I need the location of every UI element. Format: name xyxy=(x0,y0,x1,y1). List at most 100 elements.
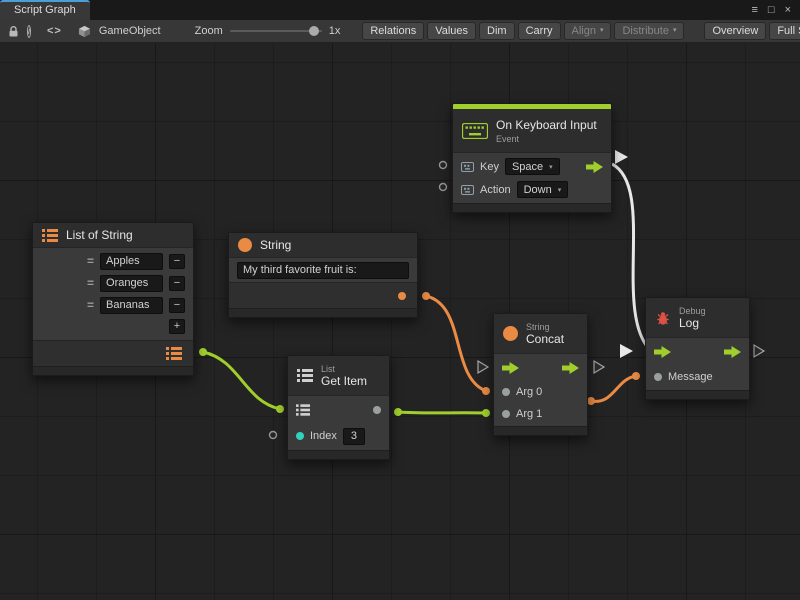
remove-item-button[interactable]: − xyxy=(169,254,185,269)
control-out-port[interactable] xyxy=(586,161,603,173)
fullscreen-button[interactable]: Full Scr xyxy=(769,22,800,40)
list-item-row: = Oranges − xyxy=(33,272,193,294)
code-view-icon[interactable]: <> xyxy=(47,25,62,37)
list-output-port[interactable] xyxy=(166,347,182,360)
arg0-row: Arg 0 xyxy=(494,381,587,403)
unconnected-control-out-stub[interactable] xyxy=(594,361,604,373)
node-title: Concat xyxy=(526,332,564,346)
align-dropdown[interactable]: Align ▾ xyxy=(564,22,612,40)
zoom-slider-handle[interactable] xyxy=(309,26,319,36)
unconnected-control-in-stub[interactable] xyxy=(478,361,488,373)
key-row: Key Space ▾ xyxy=(453,155,611,178)
control-in-port[interactable] xyxy=(502,362,519,374)
node-title: Log xyxy=(679,316,706,330)
node-header[interactable]: List Get Item xyxy=(288,356,389,396)
node-get-item[interactable]: List Get Item Index 3 xyxy=(287,355,390,460)
node-footer xyxy=(33,340,193,366)
overview-button[interactable]: Overview xyxy=(704,22,766,40)
arg0-input-port[interactable] xyxy=(502,388,510,396)
item-output-port[interactable] xyxy=(373,406,381,414)
drag-handle-icon[interactable]: = xyxy=(87,299,94,311)
control-out-port[interactable] xyxy=(724,346,741,358)
remove-item-button[interactable]: − xyxy=(169,276,185,291)
wire-endpoint xyxy=(482,387,490,395)
unconnected-port-index[interactable] xyxy=(270,432,277,439)
unconnected-port-key[interactable] xyxy=(440,162,447,169)
index-field[interactable]: 3 xyxy=(343,428,365,445)
bug-icon xyxy=(655,310,671,326)
unconnected-port-action[interactable] xyxy=(440,184,447,191)
action-port-label: Action xyxy=(480,184,511,196)
add-remove-row[interactable]: − xyxy=(169,298,185,313)
node-header[interactable]: String Concat xyxy=(494,314,587,354)
node-footer-strip xyxy=(288,450,389,459)
chevron-down-icon: ▾ xyxy=(600,23,604,39)
list-item-field[interactable]: Bananas xyxy=(100,297,163,314)
zoom-slider[interactable] xyxy=(230,30,322,32)
message-label: Message xyxy=(668,371,713,383)
action-value-dropdown[interactable]: Down ▾ xyxy=(517,181,569,198)
node-title: On Keyboard Input xyxy=(496,118,597,132)
lock-icon[interactable] xyxy=(8,25,19,38)
drag-handle-icon[interactable]: = xyxy=(87,255,94,267)
node-footer-strip xyxy=(646,390,749,399)
wire-endpoint xyxy=(199,348,207,356)
relations-button[interactable]: Relations xyxy=(362,22,424,40)
toolbar-button-group: Relations Values Dim Carry Align ▾ Distr… xyxy=(362,22,684,40)
node-header[interactable]: String xyxy=(229,233,417,258)
window-controls: ≡ □ × xyxy=(751,3,800,17)
node-header[interactable]: List of String xyxy=(33,223,193,248)
list-item-row: = Apples − xyxy=(33,250,193,272)
node-title: String xyxy=(260,238,291,252)
wire-endpoint xyxy=(276,405,284,413)
node-string-literal[interactable]: String My third favorite fruit is: xyxy=(228,232,418,318)
drag-handle-icon[interactable]: = xyxy=(87,277,94,289)
wire-concat-to-log-message[interactable] xyxy=(591,376,636,401)
distribute-dropdown[interactable]: Distribute ▾ xyxy=(614,22,684,40)
list-add-row: + xyxy=(33,316,193,336)
node-concat[interactable]: String Concat Arg 0 xyxy=(493,313,588,436)
gameobject-label[interactable]: GameObject xyxy=(99,25,161,37)
zoom-control: Zoom 1x xyxy=(195,25,341,37)
window-close-icon[interactable]: × xyxy=(785,3,791,17)
node-subtitle: Event xyxy=(496,134,597,144)
node-header[interactable]: On Keyboard Input Event xyxy=(453,109,611,153)
info-icon[interactable]: i xyxy=(27,25,31,38)
window-maximize-icon[interactable]: □ xyxy=(768,3,775,17)
keycode-type-icon xyxy=(461,162,474,172)
control-out-port[interactable] xyxy=(562,362,579,374)
key-value-dropdown[interactable]: Space ▾ xyxy=(505,158,560,175)
node-list-of-string[interactable]: List of String = Apples − = Oranges − = … xyxy=(32,222,194,376)
list-item-field[interactable]: Apples xyxy=(100,253,163,270)
node-on-keyboard-input[interactable]: On Keyboard Input Event Key Space ▾ xyxy=(452,103,612,213)
index-input-port[interactable] xyxy=(296,432,304,440)
unity-visual-scripting-window: Script Graph ≡ □ × i <> GameObject xyxy=(0,0,800,600)
node-footer-strip xyxy=(494,426,587,435)
list-item-field[interactable]: Oranges xyxy=(100,275,163,292)
wire-list-to-getitem[interactable] xyxy=(203,352,280,409)
carry-button[interactable]: Carry xyxy=(518,22,561,40)
list-input-port[interactable] xyxy=(296,404,310,416)
arg1-label: Arg 1 xyxy=(516,408,542,420)
pressstate-type-icon xyxy=(461,185,474,195)
node-footer xyxy=(229,282,417,308)
chevron-down-icon: ▾ xyxy=(558,186,562,194)
string-output-port[interactable] xyxy=(398,292,406,300)
tab-script-graph[interactable]: Script Graph xyxy=(0,0,90,20)
window-menu-icon[interactable]: ≡ xyxy=(751,3,757,17)
wire-arrow-icon xyxy=(615,150,628,164)
string-value-field[interactable]: My third favorite fruit is: xyxy=(237,262,409,279)
node-debug-log[interactable]: Debug Log Message xyxy=(645,297,750,400)
add-item-button[interactable]: + xyxy=(169,319,185,334)
node-header[interactable]: Debug Log xyxy=(646,298,749,338)
dim-button[interactable]: Dim xyxy=(479,22,515,40)
graph-canvas[interactable]: On Keyboard Input Event Key Space ▾ xyxy=(0,43,800,600)
arg1-input-port[interactable] xyxy=(502,410,510,418)
message-input-port[interactable] xyxy=(654,373,662,381)
control-in-port[interactable] xyxy=(654,346,671,358)
unconnected-control-out-stub[interactable] xyxy=(754,345,764,357)
wire-getitem-to-concat-arg1[interactable] xyxy=(398,412,486,413)
wire-string-to-concat-arg0[interactable] xyxy=(426,296,486,391)
action-row: Action Down ▾ xyxy=(453,178,611,201)
values-button[interactable]: Values xyxy=(427,22,476,40)
